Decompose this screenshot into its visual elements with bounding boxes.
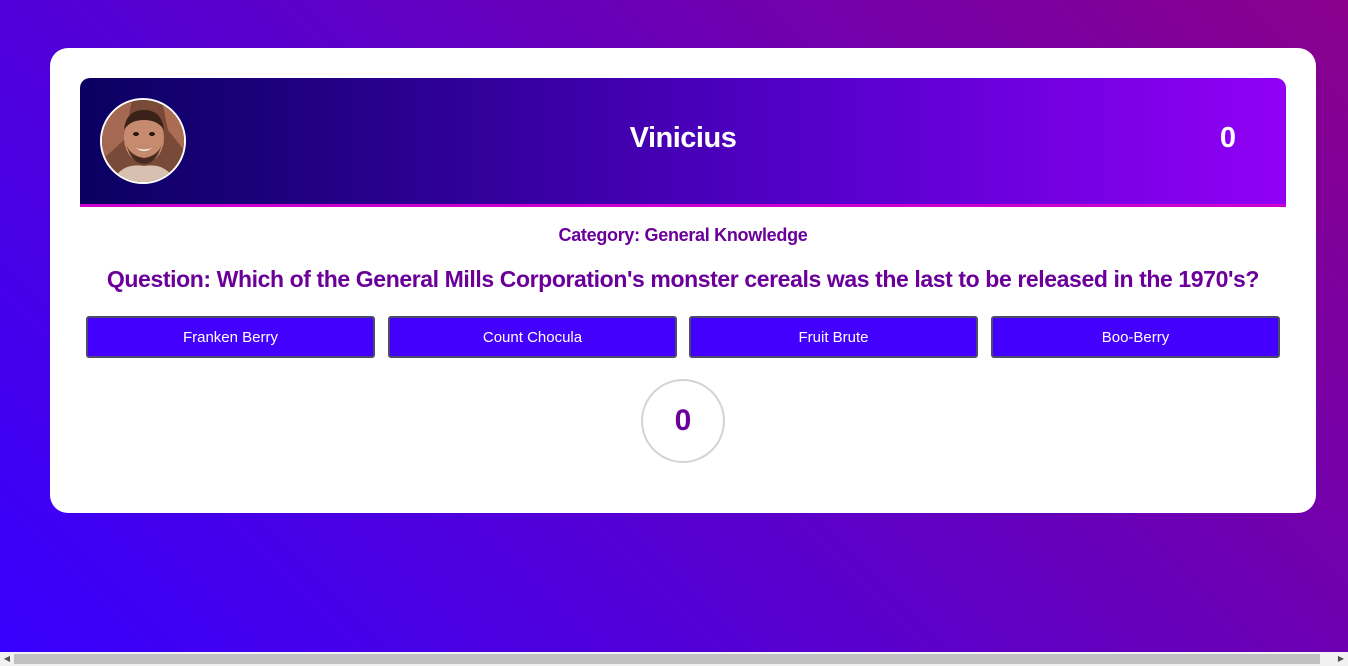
answer-button-1[interactable]: Franken Berry [86,316,375,358]
answer-button-4[interactable]: Boo-Berry [991,316,1280,358]
answer-button-3[interactable]: Fruit Brute [689,316,978,358]
question-text: Question: Which of the General Mills Cor… [106,266,1260,292]
player-header: Vinicius 0 [80,78,1286,207]
player-name: Vinicius [629,122,737,154]
question-category: Category: General Knowledge [558,225,808,245]
scrollbar-thumb[interactable] [14,654,1320,664]
scroll-right-icon[interactable]: ▶ [1334,652,1348,666]
scroll-left-icon[interactable]: ◀ [0,652,14,666]
answer-button-2[interactable]: Count Chocula [388,316,677,358]
countdown-timer: 0 [641,379,725,463]
answer-options: Franken Berry Count Chocula Fruit Brute … [86,316,1280,358]
horizontal-scrollbar[interactable]: ◀ ▶ [0,652,1348,666]
player-score: 0 [1219,122,1236,154]
quiz-card: Vinicius 0 Category: General Knowledge Q… [50,48,1316,513]
